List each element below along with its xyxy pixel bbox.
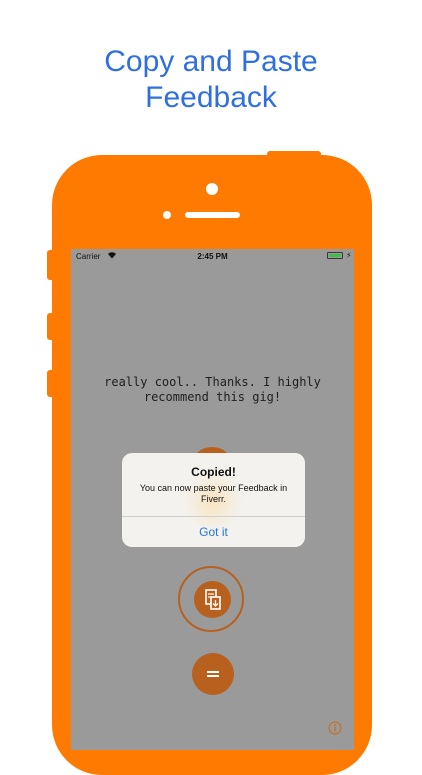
paste-button[interactable] — [194, 581, 231, 618]
equals-icon — [207, 671, 219, 677]
headline-line-2: Feedback — [145, 81, 277, 114]
status-time: 2:45 PM — [197, 252, 228, 261]
headline-line-1: Copy and Paste — [104, 45, 318, 78]
menu-button[interactable] — [192, 653, 234, 695]
paste-icon — [205, 589, 221, 610]
earpiece-speaker — [185, 212, 240, 218]
copied-alert-dialog: Copied! You can now paste your Feedback … — [122, 453, 305, 547]
alert-message: You can now paste your Feedback in Fiver… — [139, 483, 288, 504]
charging-bolt-icon: ⚡ — [346, 251, 352, 260]
got-it-button[interactable]: Got it — [122, 517, 305, 547]
feedback-text: really cool.. Thanks. I highly recommend… — [104, 375, 321, 404]
front-camera — [206, 183, 218, 195]
status-bar: Carrier 2:45 PM ⚡ — [71, 249, 354, 263]
promo-headline: Copy and Paste Feedback — [0, 44, 422, 116]
battery-icon — [327, 252, 343, 259]
alert-title: Copied! — [191, 465, 236, 479]
info-icon[interactable] — [328, 721, 342, 735]
proximity-sensor — [163, 211, 171, 219]
